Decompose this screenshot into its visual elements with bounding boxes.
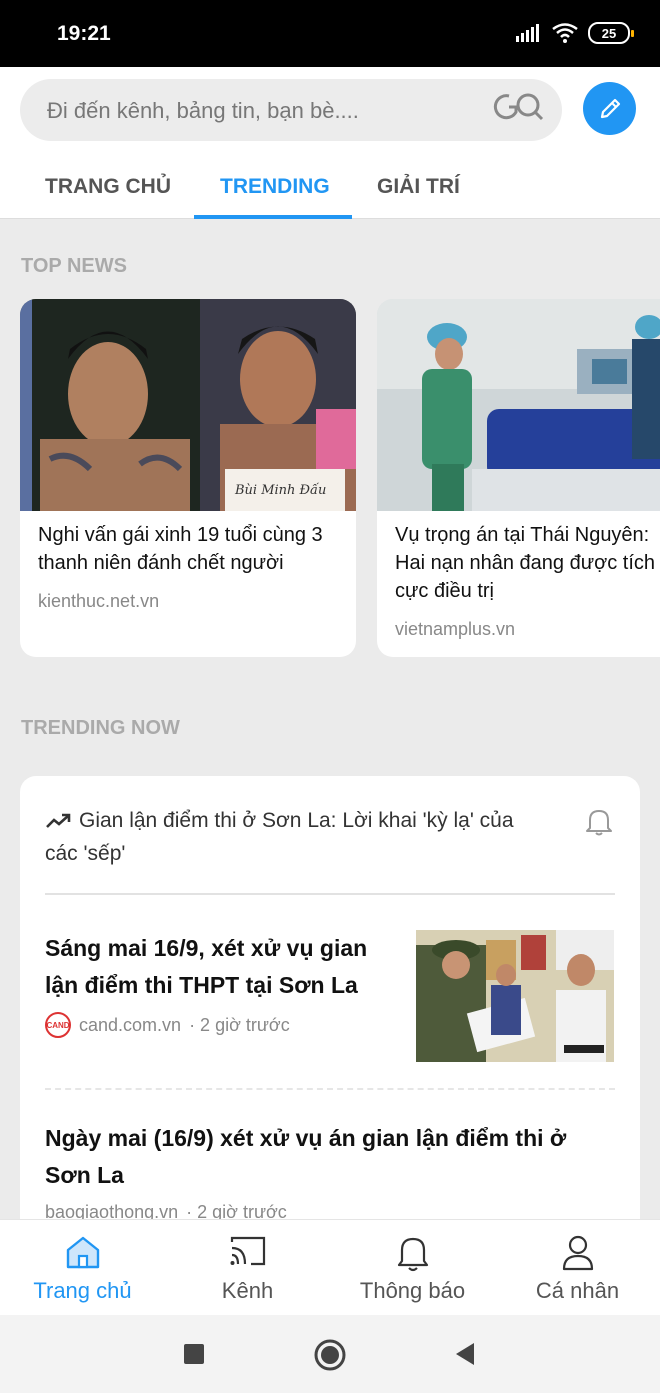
- svg-text:Bùi Minh Đấu: Bùi Minh Đấu: [234, 482, 326, 498]
- wifi-icon: [552, 23, 578, 43]
- nav-label: Kênh: [221, 1278, 274, 1303]
- article-source: cand.com.vn: [79, 1014, 182, 1035]
- cast-icon: [230, 1236, 265, 1266]
- active-tab-indicator: [194, 215, 352, 219]
- article-time: · 2 giờ trước: [189, 1014, 290, 1035]
- nav-thong-bao[interactable]: Thông báo: [330, 1220, 495, 1316]
- nav-label: Trang chủ: [33, 1278, 132, 1303]
- bell-icon: [397, 1237, 428, 1272]
- article-title[interactable]: Sáng mai 16/9, xét xử vụ gian lận điểm t…: [45, 930, 395, 1004]
- cand-logo: CAND: [45, 1012, 71, 1038]
- trending-headline[interactable]: Gian lận điểm thi ở Sơn La: Lời khai 'kỳ…: [45, 804, 545, 870]
- news-image: [377, 299, 660, 511]
- nav-kenh[interactable]: Kênh: [165, 1220, 330, 1316]
- news-card[interactable]: Bùi Minh Đấu Nghi vấn gái xinh 19 tuổi c…: [20, 299, 356, 657]
- system-navigation-bar: [0, 1315, 660, 1393]
- back-icon[interactable]: [454, 1341, 476, 1367]
- trending-now-heading: TRENDING NOW: [21, 717, 180, 739]
- search-input[interactable]: Đi đến kênh, bảng tin, bạn bè....: [20, 79, 562, 141]
- bottom-nav: Trang chủ Kênh Thông báo Cá nhân: [0, 1219, 660, 1315]
- news-title: Vụ trọng án tại Thái Nguyên: Hai nạn nhâ…: [395, 524, 656, 602]
- header: Đi đến kênh, bảng tin, bạn bè.... TRANG …: [0, 67, 660, 219]
- battery-indicator: 25: [588, 22, 634, 44]
- status-time: 19:21: [57, 22, 111, 45]
- article-thumbnail[interactable]: [416, 930, 614, 1062]
- news-card[interactable]: Vụ trọng án tại Thái Nguyên: Hai nạn nhâ…: [377, 299, 660, 657]
- nav-ca-nhan[interactable]: Cá nhân: [495, 1220, 660, 1316]
- person-icon: [562, 1235, 593, 1271]
- trending-headline-text: Gian lận điểm thi ở Sơn La: Lời khai 'kỳ…: [45, 809, 514, 865]
- top-news-heading: TOP NEWS: [21, 255, 127, 277]
- home-icon: [66, 1236, 99, 1269]
- divider: [45, 893, 615, 895]
- article-meta: CAND cand.com.vn · 2 giờ trước: [45, 1012, 290, 1038]
- tab-giai-tri[interactable]: GIẢI TRÍ: [377, 175, 460, 199]
- news-source: kienthuc.net.vn: [38, 591, 160, 611]
- home-button-icon[interactable]: [313, 1338, 347, 1372]
- go-search-icon[interactable]: [492, 90, 544, 124]
- tab-bar: TRANG CHỦ TRENDING GIẢI TRÍ: [0, 159, 660, 219]
- bell-icon[interactable]: [584, 806, 614, 836]
- news-image: Bùi Minh Đấu: [20, 299, 356, 511]
- signal-icon: [516, 24, 539, 42]
- status-icons: 25: [516, 22, 634, 44]
- tab-trang-chu[interactable]: TRANG CHỦ: [45, 175, 171, 199]
- trending-up-icon: [46, 814, 71, 829]
- nav-label: Thông báo: [359, 1278, 466, 1303]
- recents-icon[interactable]: [183, 1343, 205, 1365]
- compose-button[interactable]: [583, 82, 636, 135]
- article-title[interactable]: Ngày mai (16/9) xét xử vụ án gian lận đi…: [45, 1120, 615, 1194]
- news-source: vietnamplus.vn: [395, 619, 516, 639]
- nav-label: Cá nhân: [535, 1278, 620, 1303]
- pencil-icon: [600, 98, 620, 118]
- trending-card: Gian lận điểm thi ở Sơn La: Lời khai 'kỳ…: [20, 776, 640, 1236]
- news-title: Nghi vấn gái xinh 19 tuổi cùng 3 thanh n…: [38, 524, 323, 574]
- search-placeholder: Đi đến kênh, bảng tin, bạn bè....: [47, 98, 359, 123]
- status-bar: 19:21 25: [0, 0, 660, 67]
- tab-trending[interactable]: TRENDING: [220, 175, 330, 199]
- divider: [45, 1088, 615, 1090]
- nav-trang-chu[interactable]: Trang chủ: [0, 1220, 165, 1316]
